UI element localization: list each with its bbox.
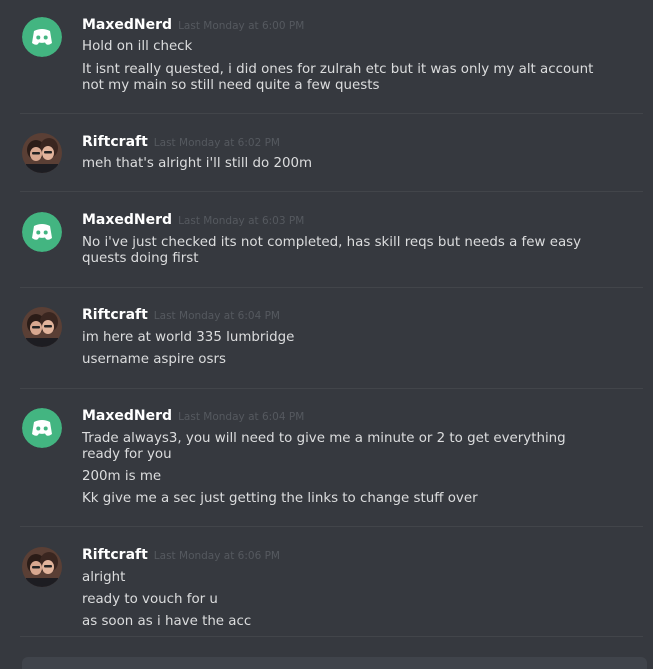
avatar[interactable] — [22, 547, 62, 587]
message-text: im here at world 335 lumbridge — [82, 330, 295, 345]
message-timestamp: Last Monday at 6:02 PM — [153, 137, 280, 149]
discord-logo-icon — [22, 212, 62, 252]
author-name[interactable]: MaxedNerd — [82, 408, 172, 424]
message-divider — [20, 388, 643, 389]
message-divider — [20, 191, 643, 192]
message-author[interactable]: MaxedNerd Last Monday at 6:03 PM — [82, 212, 304, 228]
message-text: It isnt really quested, i did ones for z… — [82, 62, 594, 93]
avatar[interactable] — [22, 17, 62, 57]
message-timestamp: Last Monday at 6:06 PM — [153, 550, 280, 562]
message-text: 200m is me — [82, 469, 162, 484]
avatar[interactable] — [22, 408, 62, 448]
message-text: alright — [82, 570, 126, 585]
author-name[interactable]: Riftcraft — [82, 307, 148, 323]
message-text: ready to vouch for u — [82, 592, 218, 607]
discord-logo-icon — [22, 408, 62, 448]
message-timestamp: Last Monday at 6:04 PM — [153, 310, 280, 322]
message-timestamp: Last Monday at 6:00 PM — [178, 20, 305, 32]
message-text: No i've just checked its not completed, … — [82, 235, 582, 266]
message-divider — [20, 113, 643, 114]
chat-message-list: MaxedNerd Last Monday at 6:00 PM Hold on … — [0, 0, 653, 669]
avatar[interactable] — [22, 133, 62, 173]
message-text: as soon as i have the acc — [82, 614, 252, 629]
author-name[interactable]: MaxedNerd — [82, 212, 172, 228]
author-name[interactable]: Riftcraft — [82, 547, 148, 563]
message-timestamp: Last Monday at 6:04 PM — [178, 411, 305, 423]
message-divider — [20, 287, 643, 288]
user-photo-icon — [22, 133, 62, 173]
user-photo-icon — [22, 547, 62, 587]
author-name[interactable]: MaxedNerd — [82, 17, 172, 33]
message-text: Trade always3, you will need to give me … — [82, 431, 566, 462]
message-text: username aspire osrs — [82, 352, 226, 367]
message-text: meh that's alright i'll still do 200m — [82, 156, 313, 171]
message-divider — [20, 636, 643, 637]
avatar[interactable] — [22, 307, 62, 347]
message-input-bar[interactable] — [22, 657, 647, 669]
message-author[interactable]: Riftcraft Last Monday at 6:06 PM — [82, 547, 280, 563]
message-text: Kk give me a sec just getting the links … — [82, 491, 478, 506]
message-divider — [20, 526, 643, 527]
discord-logo-icon — [22, 17, 62, 57]
message-timestamp: Last Monday at 6:03 PM — [178, 215, 305, 227]
avatar[interactable] — [22, 212, 62, 252]
message-text: Hold on ill check — [82, 39, 193, 54]
message-author[interactable]: MaxedNerd Last Monday at 6:04 PM — [82, 408, 304, 424]
message-author[interactable]: Riftcraft Last Monday at 6:04 PM — [82, 307, 280, 323]
message-author[interactable]: MaxedNerd Last Monday at 6:00 PM — [82, 17, 304, 33]
message-author[interactable]: Riftcraft Last Monday at 6:02 PM — [82, 134, 280, 150]
user-photo-icon — [22, 307, 62, 347]
author-name[interactable]: Riftcraft — [82, 134, 148, 150]
